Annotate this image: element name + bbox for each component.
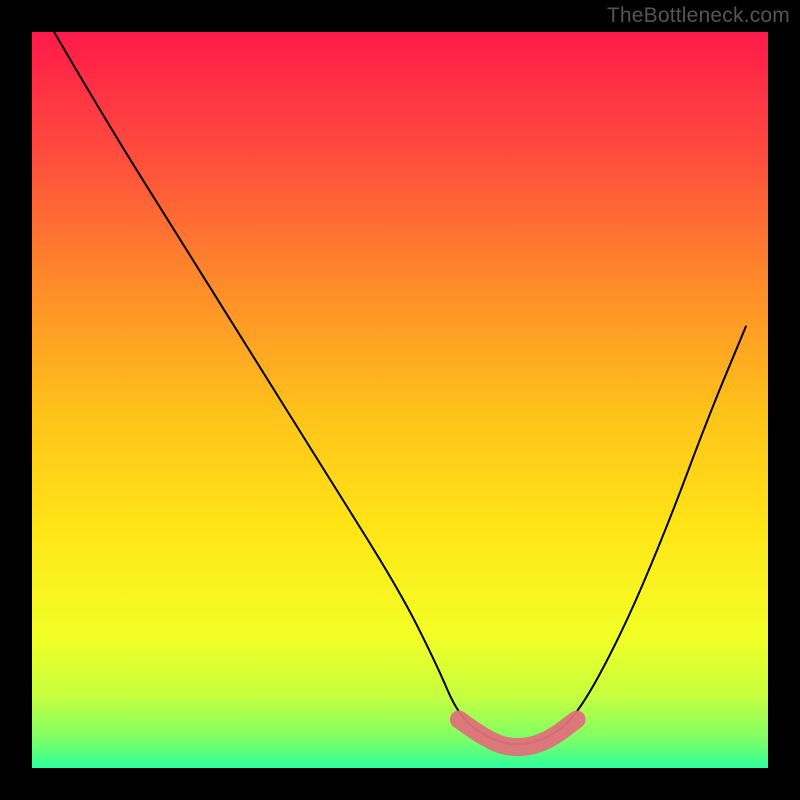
- watermark-text: TheBottleneck.com: [607, 4, 790, 28]
- plot-area: [32, 32, 768, 768]
- chart-container: TheBottleneck.com: [0, 0, 800, 800]
- bottleneck-chart: [0, 0, 800, 800]
